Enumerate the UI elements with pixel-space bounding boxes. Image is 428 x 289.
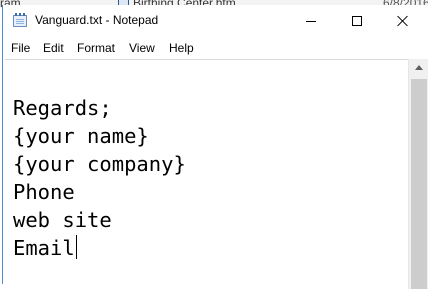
- arrow-up-icon[interactable]: [409, 59, 428, 77]
- text-line-last: Email: [13, 234, 186, 262]
- text-line: Regards;: [13, 96, 112, 120]
- menu-view[interactable]: View: [129, 41, 155, 55]
- minimize-icon: [306, 21, 316, 22]
- window-title: Vanguard.txt - Notepad: [35, 13, 159, 27]
- text-line: Phone: [13, 180, 75, 204]
- notepad-window: Vanguard.txt - Notepad File Edit Format …: [2, 5, 428, 289]
- title-bar[interactable]: Vanguard.txt - Notepad: [3, 5, 428, 37]
- menu-edit[interactable]: Edit: [43, 41, 64, 55]
- menu-format[interactable]: Format: [77, 41, 115, 55]
- document-text[interactable]: Regards; {your name} {your company} Phon…: [13, 94, 186, 262]
- menu-file[interactable]: File: [11, 41, 30, 55]
- close-button[interactable]: [380, 5, 426, 37]
- minimize-button[interactable]: [288, 5, 334, 37]
- text-editor[interactable]: Regards; {your name} {your company} Phon…: [5, 59, 408, 284]
- close-icon: [397, 15, 409, 27]
- text-caret: [75, 235, 77, 259]
- notepad-icon[interactable]: [13, 13, 27, 27]
- text-line: Email: [13, 236, 75, 260]
- scrollbar-thumb[interactable]: [411, 79, 427, 289]
- vertical-scrollbar[interactable]: [408, 59, 428, 289]
- text-line: web site: [13, 208, 112, 232]
- text-line: {your company}: [13, 152, 186, 176]
- maximize-icon: [352, 16, 362, 26]
- menu-help[interactable]: Help: [169, 41, 194, 55]
- menu-bar: File Edit Format View Help: [3, 38, 428, 58]
- maximize-button[interactable]: [334, 5, 380, 37]
- text-line: {your name}: [13, 124, 149, 148]
